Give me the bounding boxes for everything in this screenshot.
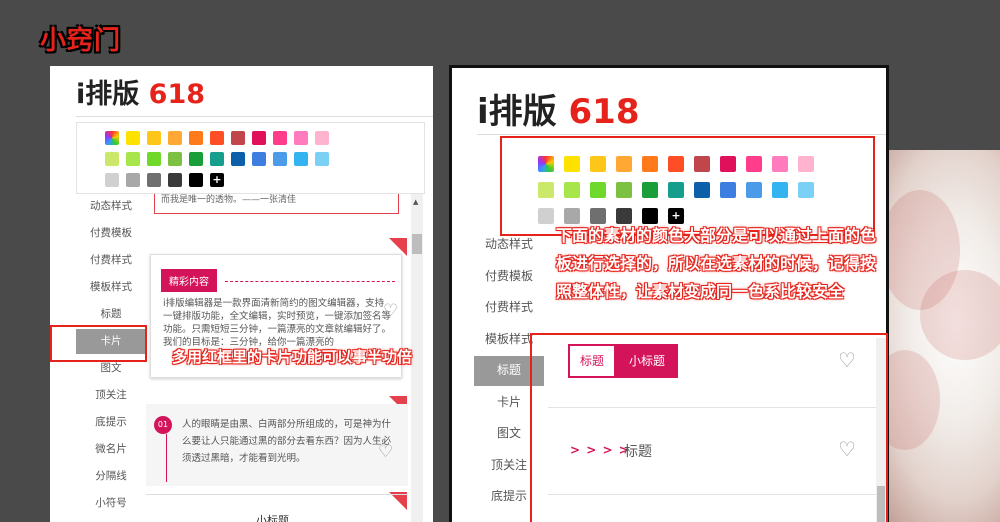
color-swatch[interactable] xyxy=(252,152,266,166)
add-color-button[interactable]: + xyxy=(210,173,224,187)
sidebar-item-7[interactable]: 顶关注 xyxy=(76,383,146,408)
color-swatch[interactable] xyxy=(210,152,224,166)
brand-logo: i排版 618 xyxy=(477,92,640,132)
sidebar-item-2[interactable]: 付费样式 xyxy=(474,293,544,323)
sidebar-item-10[interactable]: 分隔线 xyxy=(76,464,146,489)
heart-icon[interactable]: ♡ xyxy=(383,301,398,321)
tips-heading: 小窍门 xyxy=(40,26,122,56)
color-swatch[interactable] xyxy=(105,173,119,187)
color-swatch[interactable] xyxy=(147,152,161,166)
annotation-right: 下面的素材的颜色大部分是可以通过上面的色板进行选择的，所以在选素材的时候，记得按… xyxy=(556,226,877,301)
sidebar-item-11[interactable]: 小符号 xyxy=(76,491,146,516)
color-swatch[interactable] xyxy=(273,131,287,145)
divider xyxy=(146,494,408,495)
color-swatch[interactable] xyxy=(294,131,308,145)
color-swatch[interactable] xyxy=(168,131,182,145)
color-swatch[interactable] xyxy=(126,131,140,145)
sidebar-item-0[interactable]: 动态样式 xyxy=(76,194,146,219)
highlight-box-card xyxy=(50,325,147,362)
card-body-text: 人的眼睛是由黑、白两部分所组成的，可是神为什么要让人只能通过黑的部分去看东西？因… xyxy=(182,419,392,464)
vertical-line xyxy=(166,434,167,482)
color-swatch[interactable] xyxy=(126,173,140,187)
color-swatch[interactable] xyxy=(273,152,287,166)
number-badge: 01 xyxy=(154,416,172,434)
editor-panel-left: i排版 618 + 动态样式 付费模板 付费样式 模板样式 标题 卡片 图文 顶关注 底提示 微名… xyxy=(50,66,433,522)
color-swatch[interactable] xyxy=(105,152,119,166)
color-swatch[interactable] xyxy=(315,131,329,145)
scrollbar[interactable]: ▲ xyxy=(411,194,423,522)
color-swatch[interactable] xyxy=(147,131,161,145)
color-swatch[interactable] xyxy=(210,131,224,145)
color-palette: + xyxy=(76,122,425,194)
brand-logo: i排版 618 xyxy=(76,79,206,110)
color-swatch[interactable] xyxy=(231,131,245,145)
color-swatch[interactable] xyxy=(189,173,203,187)
sidebar-item-8[interactable]: 底提示 xyxy=(76,410,146,435)
scroll-thumb[interactable] xyxy=(412,234,422,254)
sidebar-item-3[interactable]: 模板样式 xyxy=(76,275,146,300)
color-swatch[interactable] xyxy=(189,152,203,166)
annotation-left: 多用红框里的卡片功能可以事半功倍 xyxy=(172,348,413,366)
sidebar-item-4[interactable]: 标题 xyxy=(76,302,146,327)
color-swatch[interactable] xyxy=(168,152,182,166)
text-snippet: 而我是唯一的透物。——一张清佳 xyxy=(154,194,399,214)
color-swatch[interactable] xyxy=(147,173,161,187)
color-swatch[interactable] xyxy=(252,131,266,145)
scroll-up-icon[interactable]: ▲ xyxy=(413,198,418,206)
heart-icon[interactable]: ♡ xyxy=(378,442,393,462)
divider xyxy=(477,134,886,135)
highlight-box-palette xyxy=(500,136,875,236)
sidebar-item-2[interactable]: 付费样式 xyxy=(76,248,146,273)
sidebar-item-1[interactable]: 付费模板 xyxy=(474,262,544,292)
card-tag: 精彩内容 xyxy=(161,269,217,292)
highlight-box-materials xyxy=(530,333,888,522)
color-swatch[interactable] xyxy=(168,173,182,187)
text-snippet: 小标题 xyxy=(256,514,289,522)
sidebar-item-9[interactable]: 微名片 xyxy=(76,437,146,462)
color-swatch[interactable] xyxy=(189,131,203,145)
divider xyxy=(76,116,433,117)
color-swatch[interactable] xyxy=(231,152,245,166)
sidebar-item-1[interactable]: 付费模板 xyxy=(76,221,146,246)
card-template-2[interactable]: 01 人的眼睛是由黑、白两部分所组成的，可是神为什么要让人只能通过黑的部分去看东… xyxy=(146,404,408,486)
color-swatch[interactable] xyxy=(315,152,329,166)
dashed-line xyxy=(225,281,395,282)
color-swatch[interactable] xyxy=(294,152,308,166)
color-swatch[interactable] xyxy=(126,152,140,166)
custom-color-picker-icon[interactable] xyxy=(105,131,119,145)
